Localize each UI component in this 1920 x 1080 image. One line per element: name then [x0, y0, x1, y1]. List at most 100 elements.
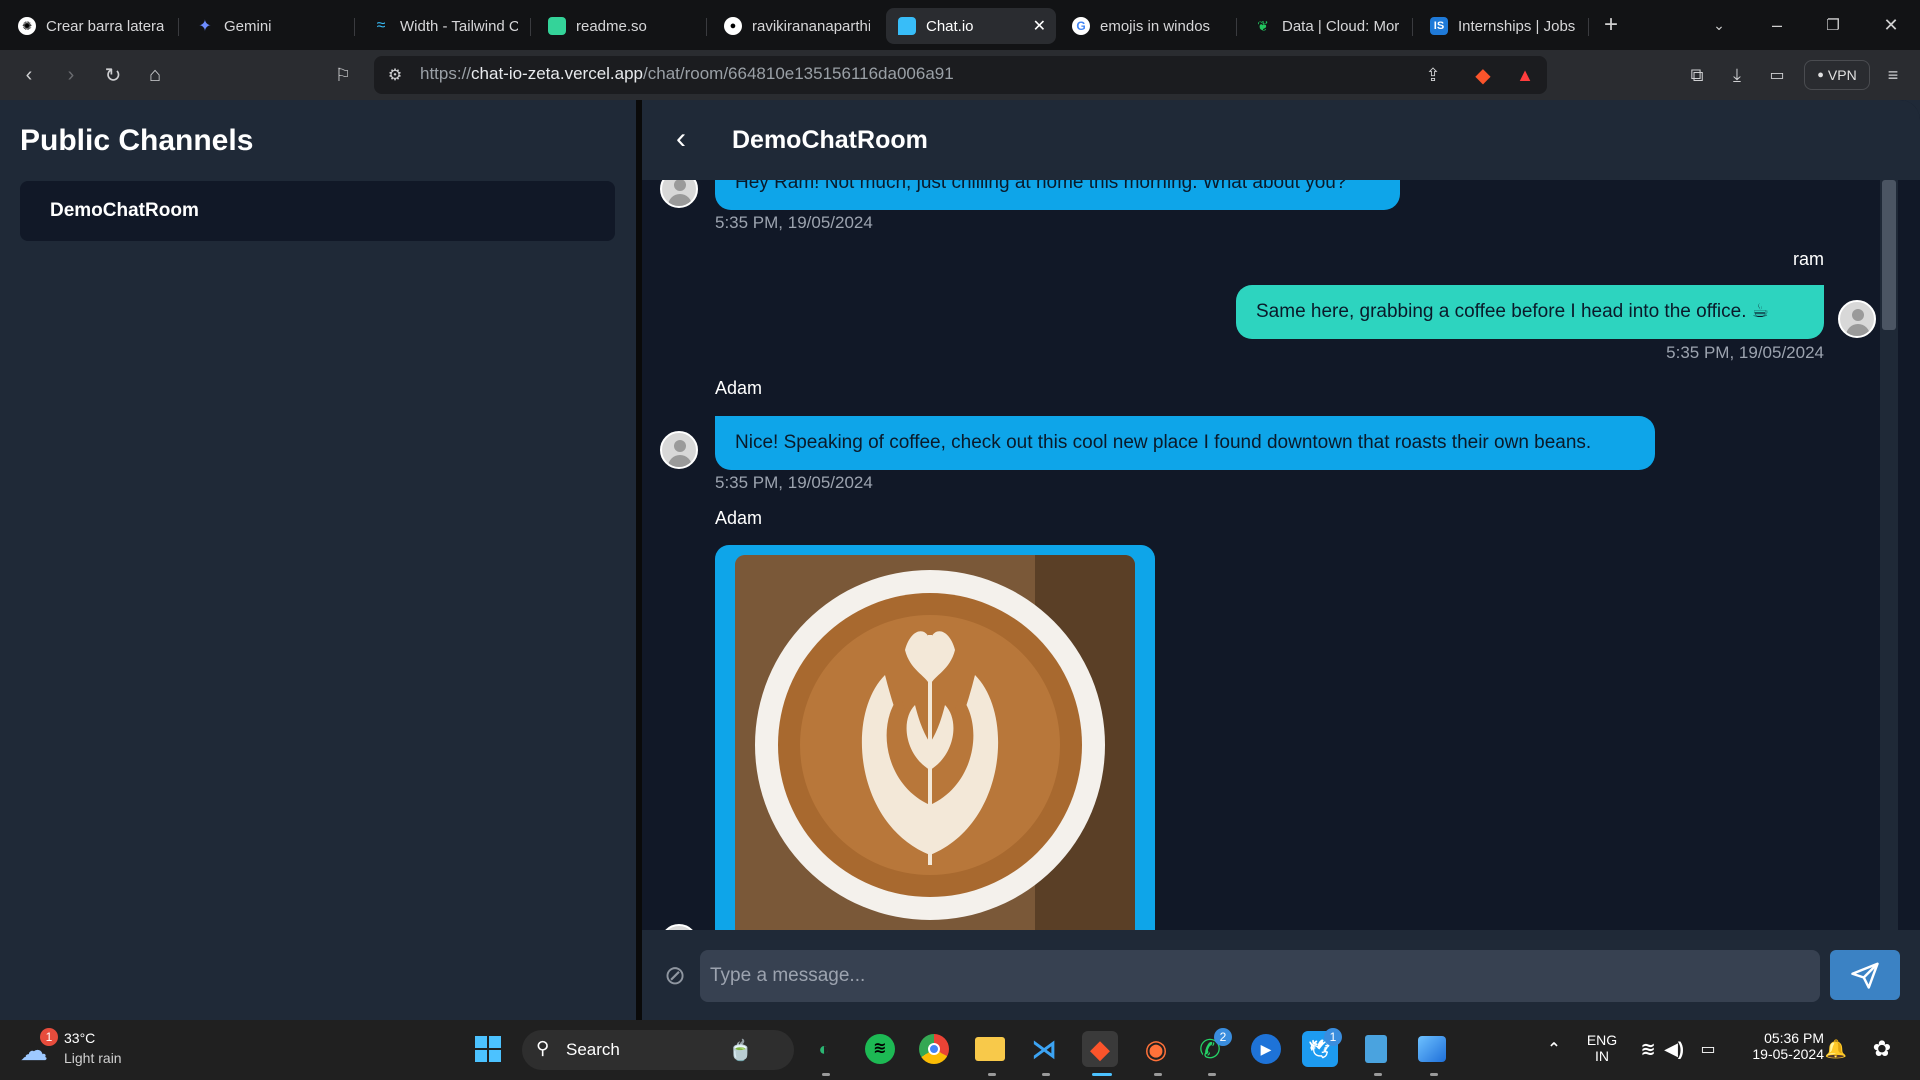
site-settings-icon[interactable]: ⚙ [380, 60, 410, 90]
spotify-icon[interactable]: ≋ [862, 1031, 898, 1067]
running-indicator [1374, 1073, 1382, 1076]
message-timestamp: 5:35 PM, 19/05/2024 [1666, 343, 1824, 362]
weather-widget[interactable]: ☁ 1 33°C Light rain [20, 1028, 140, 1074]
forward-arrow-icon[interactable]: › [56, 60, 86, 90]
url-text[interactable]: https://chat-io-zeta.vercel.app/chat/roo… [420, 64, 954, 84]
close-window-icon[interactable]: ✕ [1876, 10, 1906, 40]
url-scheme: https:// [420, 64, 472, 83]
back-arrow-icon[interactable]: ‹ [14, 60, 44, 90]
tab-google[interactable]: G emojis in windos [1060, 8, 1230, 44]
edge-icon[interactable]: ◐ [806, 1031, 842, 1067]
tab-label: emojis in windos [1100, 17, 1211, 35]
message-input[interactable] [700, 950, 1820, 1002]
notepad-icon[interactable] [1358, 1031, 1394, 1067]
active-indicator [1092, 1073, 1112, 1076]
bookmark-icon[interactable]: ⚐ [328, 60, 358, 90]
tab-github[interactable]: ● ravikirananaparthi [712, 8, 882, 44]
windows-start-icon[interactable] [470, 1031, 506, 1067]
share-icon[interactable]: ⇪ [1418, 60, 1448, 90]
running-indicator [1430, 1073, 1438, 1076]
running-indicator [1208, 1073, 1216, 1076]
tab-chatio[interactable]: Chat.io ✕ [886, 8, 1056, 44]
tab-tailwind[interactable]: ≈ Width - Tailwind C [360, 8, 530, 44]
chrome-icon[interactable] [916, 1031, 952, 1067]
sidebar-title: Public Channels [20, 124, 254, 157]
tab-separator [530, 18, 531, 36]
tab-separator [1236, 18, 1237, 36]
tab-gemini[interactable]: ✦ Gemini [184, 8, 354, 44]
wallet-icon[interactable]: ▭ [1762, 60, 1792, 90]
reload-icon[interactable]: ↻ [98, 60, 128, 90]
new-tab-plus-icon[interactable]: + [1596, 10, 1626, 40]
copilot-icon[interactable]: ✿ [1864, 1031, 1900, 1067]
vscode-icon[interactable]: ⋊ [1026, 1031, 1062, 1067]
language-indicator[interactable]: ENG IN [1584, 1032, 1620, 1070]
message-bubble-outgoing: Same here, grabbing a coffee before I he… [1236, 285, 1824, 339]
coffee-latte-art-image[interactable] [735, 555, 1135, 935]
running-indicator [1042, 1073, 1050, 1076]
close-tab-icon[interactable]: ✕ [1033, 16, 1046, 36]
search-highlight-icon: 🍵 [728, 1040, 753, 1062]
lang-label: ENG [1586, 1032, 1618, 1048]
battery-icon[interactable]: ▭ [1690, 1031, 1726, 1067]
message-timestamp: 5:35 PM, 19/05/2024 [715, 473, 873, 492]
tab-label: readme.so [576, 17, 647, 35]
home-icon[interactable]: ⌂ [140, 60, 170, 90]
weather-badge: 1 [40, 1028, 58, 1046]
clock[interactable]: 05:36 PM 19-05-2024 [1732, 1030, 1824, 1072]
notification-bell-icon[interactable]: 🔔 [1818, 1031, 1854, 1067]
search-label: Search [566, 1040, 620, 1059]
vpn-button[interactable]: ● VPN [1804, 60, 1870, 90]
tab-openai[interactable]: ✺ Crear barra lateral [6, 8, 176, 44]
tab-label: ravikirananaparthi [752, 17, 870, 35]
message-sender: ram [1793, 249, 1824, 269]
scrollbar-thumb[interactable] [1882, 180, 1896, 330]
brave-rewards-icon[interactable]: ▲ [1510, 60, 1540, 90]
tab-label: Data | Cloud: Mor [1282, 17, 1400, 35]
tab-readme[interactable]: readme.so [536, 8, 706, 44]
restore-icon[interactable]: ❐ [1818, 10, 1848, 40]
clock-time: 05:36 PM [1764, 1030, 1824, 1046]
tab-separator [1412, 18, 1413, 36]
taskbar-search-box[interactable]: ⚲ Search 🍵 [522, 1030, 794, 1070]
file-explorer-icon[interactable] [972, 1031, 1008, 1067]
photos-icon[interactable] [1414, 1031, 1450, 1067]
brave-icon[interactable]: ◆ [1082, 1031, 1118, 1067]
vpn-label: VPN [1827, 67, 1857, 83]
search-icon: ⚲ [536, 1038, 550, 1058]
whatsapp-badge: 2 [1214, 1028, 1232, 1046]
paperclip-icon[interactable]: ⊘ [660, 958, 690, 992]
tab-list-chevron-icon[interactable]: ⌄ [1704, 10, 1734, 40]
avatar [660, 431, 698, 469]
send-button[interactable] [1830, 950, 1900, 1000]
firefox-icon[interactable]: ◉ [1138, 1031, 1174, 1067]
extensions-icon[interactable]: ⧉ [1682, 60, 1712, 90]
internshala-icon: IS [1430, 17, 1448, 35]
tab-separator [354, 18, 355, 36]
readme-icon [548, 17, 566, 35]
running-indicator [988, 1073, 996, 1076]
tab-label: Width - Tailwind C [400, 17, 518, 35]
message-bubble-incoming: Nice! Speaking of coffee, check out this… [715, 416, 1655, 470]
back-chevron-icon[interactable]: ‹ [664, 122, 698, 156]
avatar [1838, 300, 1876, 338]
tray-chevron-up-icon[interactable]: ⌃ [1536, 1031, 1572, 1067]
media-player-icon[interactable]: ▶ [1248, 1031, 1284, 1067]
clock-date: 19-05-2024 [1752, 1046, 1824, 1062]
brave-shields-icon[interactable]: ◆ [1468, 60, 1498, 90]
tab-label: Gemini [224, 17, 272, 35]
download-icon[interactable]: ⤓ [1722, 60, 1752, 90]
github-icon: ● [724, 17, 742, 35]
tab-label: Chat.io [926, 17, 974, 35]
twitter-badge: 1 [1324, 1028, 1342, 1046]
minimize-icon[interactable]: – [1762, 10, 1792, 40]
tab-label: Crear barra lateral [46, 17, 164, 35]
tab-internshala[interactable]: IS Internships | Jobs [1418, 8, 1588, 44]
message-sender: Adam [715, 508, 763, 528]
chat-icon [898, 17, 916, 35]
running-indicator [822, 1073, 830, 1076]
volume-icon[interactable]: ◀) [1656, 1031, 1692, 1067]
coffee-latte-art-drawing [735, 555, 1135, 935]
menu-icon[interactable]: ≡ [1878, 60, 1908, 90]
tab-mongodb[interactable]: ❦ Data | Cloud: Mor [1242, 8, 1412, 44]
